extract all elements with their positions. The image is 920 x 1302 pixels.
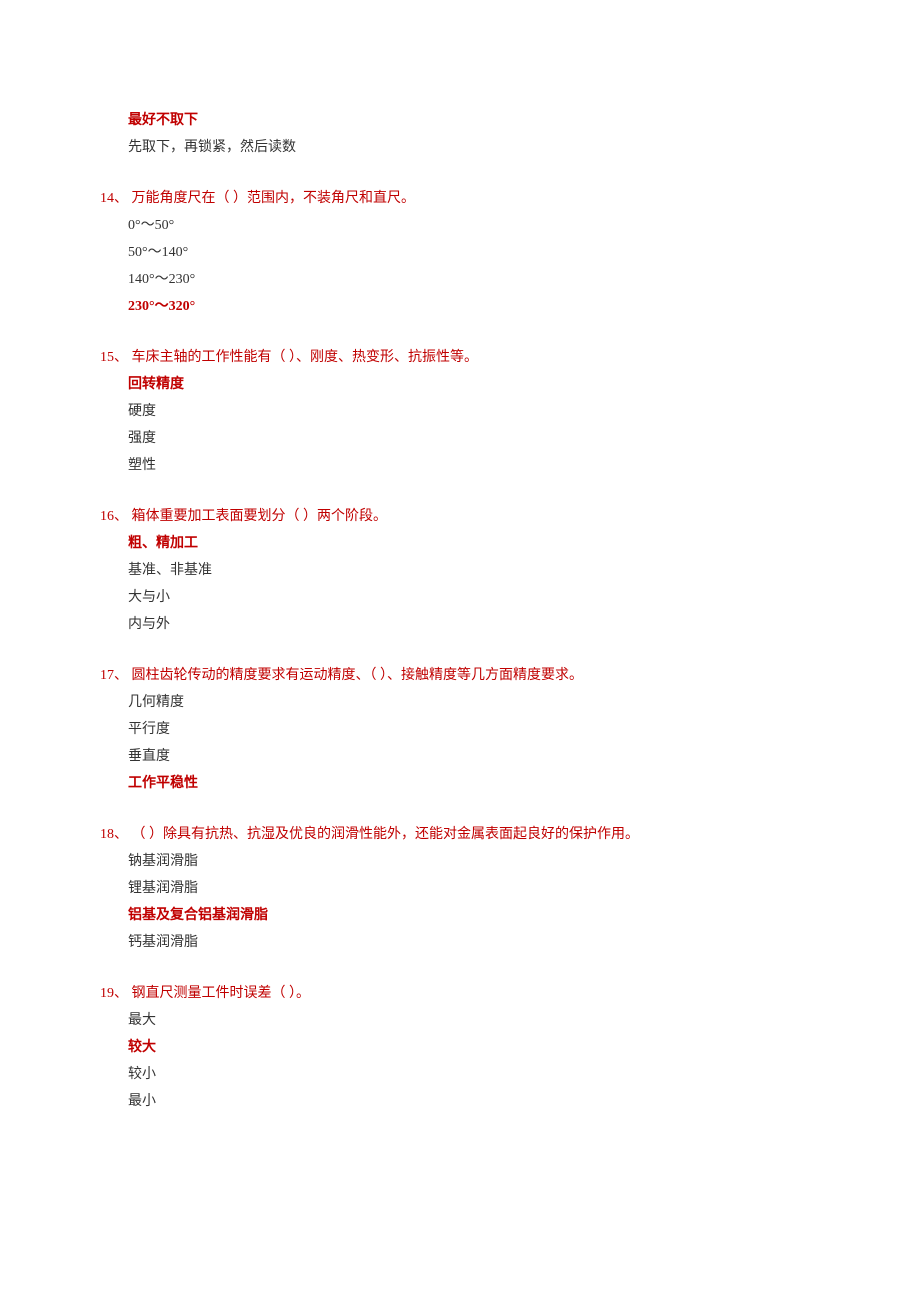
question-block: 15、 车床主轴的工作性能有（ ）、刚度、热变形、抗振性等。回转精度硬度强度塑性 (100, 347, 820, 476)
option: 较小 (100, 1064, 820, 1085)
question-line: 14、 万能角度尺在（ ）范围内，不装角尺和直尺。 (100, 188, 820, 209)
question-text: 车床主轴的工作性能有（ ）、刚度、热变形、抗振性等。 (128, 350, 478, 365)
question-text: 万能角度尺在（ ）范围内，不装角尺和直尺。 (128, 191, 415, 206)
option: 平行度 (100, 719, 820, 740)
option: 最大 (100, 1010, 820, 1031)
question-block: 17、 圆柱齿轮传动的精度要求有运动精度、（ ）、接触精度等几方面精度要求。几何… (100, 665, 820, 794)
option: 钙基润滑脂 (100, 932, 820, 953)
question-line: 19、 钢直尺测量工件时误差（ ）。 (100, 983, 820, 1004)
question-number: 18、 (100, 824, 128, 845)
question-text: （ ）除具有抗热、抗湿及优良的润滑性能外，还能对金属表面起良好的保护作用。 (128, 827, 639, 842)
option: 基准、非基准 (100, 560, 820, 581)
question-line: 18、 （ ）除具有抗热、抗湿及优良的润滑性能外，还能对金属表面起良好的保护作用… (100, 824, 820, 845)
option: 140°～230° (100, 269, 820, 290)
option-correct: 最好不取下 (100, 110, 820, 131)
question-block: 16、 箱体重要加工表面要划分（ ）两个阶段。粗、精加工基准、非基准大与小内与外 (100, 506, 820, 635)
option: 锂基润滑脂 (100, 878, 820, 899)
question-line: 17、 圆柱齿轮传动的精度要求有运动精度、（ ）、接触精度等几方面精度要求。 (100, 665, 820, 686)
option: 钠基润滑脂 (100, 851, 820, 872)
question-block: 19、 钢直尺测量工件时误差（ ）。最大较大较小最小 (100, 983, 820, 1112)
option-correct: 230°～320° (100, 296, 820, 317)
question-text: 钢直尺测量工件时误差（ ）。 (128, 986, 310, 1001)
question-number: 16、 (100, 506, 128, 527)
option: 最小 (100, 1091, 820, 1112)
option: 内与外 (100, 614, 820, 635)
option: 先取下，再锁紧，然后读数 (100, 137, 820, 158)
question-text: 箱体重要加工表面要划分（ ）两个阶段。 (128, 509, 387, 524)
option: 垂直度 (100, 746, 820, 767)
question-line: 16、 箱体重要加工表面要划分（ ）两个阶段。 (100, 506, 820, 527)
option: 0°～50° (100, 215, 820, 236)
option-correct: 粗、精加工 (100, 533, 820, 554)
option: 硬度 (100, 401, 820, 422)
question-number: 19、 (100, 983, 128, 1004)
question-block: 最好不取下先取下，再锁紧，然后读数 (100, 110, 820, 158)
option-correct: 铝基及复合铝基润滑脂 (100, 905, 820, 926)
option: 强度 (100, 428, 820, 449)
option: 大与小 (100, 587, 820, 608)
document-page: 最好不取下先取下，再锁紧，然后读数 14、 万能角度尺在（ ）范围内，不装角尺和直… (0, 0, 920, 1202)
question-line: 15、 车床主轴的工作性能有（ ）、刚度、热变形、抗振性等。 (100, 347, 820, 368)
question-text: 圆柱齿轮传动的精度要求有运动精度、（ ）、接触精度等几方面精度要求。 (128, 668, 583, 683)
question-number: 17、 (100, 665, 128, 686)
option: 几何精度 (100, 692, 820, 713)
option-correct: 较大 (100, 1037, 820, 1058)
question-block: 18、 （ ）除具有抗热、抗湿及优良的润滑性能外，还能对金属表面起良好的保护作用… (100, 824, 820, 953)
question-number: 15、 (100, 347, 128, 368)
option: 50°～140° (100, 242, 820, 263)
option: 塑性 (100, 455, 820, 476)
question-block: 14、 万能角度尺在（ ）范围内，不装角尺和直尺。 0°～50° 50°～140° 1… (100, 188, 820, 317)
option-correct: 工作平稳性 (100, 773, 820, 794)
option-correct: 回转精度 (100, 374, 820, 395)
question-number: 14、 (100, 188, 128, 209)
